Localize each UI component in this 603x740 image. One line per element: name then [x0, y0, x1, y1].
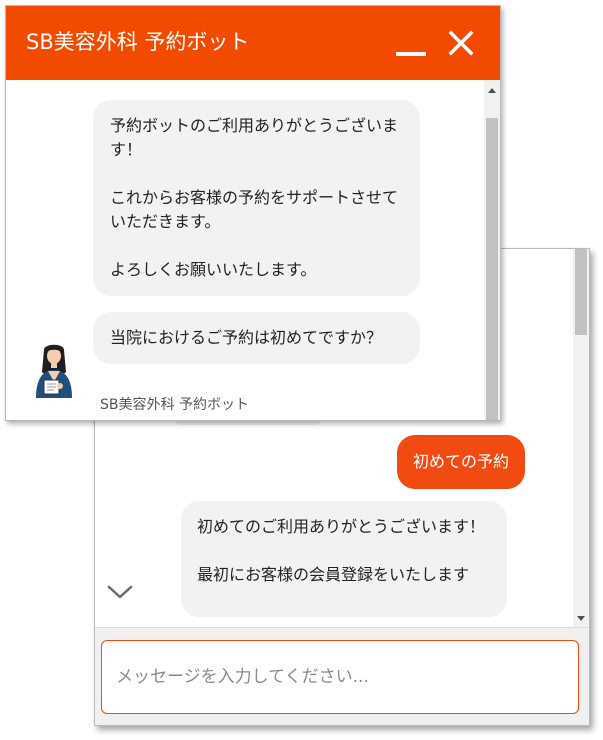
bot-message-bubble: 予約ボットのご利用ありがとうございます！ これからお客様の予約をサポートさせてい…: [93, 100, 420, 296]
bot-message-bubble: 当院におけるご予約は初めてですか？: [93, 312, 420, 364]
message-composer: [95, 627, 589, 725]
minimize-icon: [396, 52, 426, 56]
chat-scrollbar[interactable]: [484, 80, 500, 420]
bot-message-bubble: 初めてのご利用ありがとうございます！ 最初にお客様の会員登録をいたします: [181, 501, 507, 617]
chat-header: SB美容外科 予約ボット: [6, 6, 500, 80]
chat-window: SB美容外科 予約ボット 予約ボットのご利用ありがとうございます！ これからお客…: [5, 5, 501, 421]
scrollbar-thumb[interactable]: [486, 118, 498, 420]
bot-avatar-icon: [30, 342, 78, 400]
minimize-button[interactable]: [394, 28, 428, 62]
screenshot-stage: 初めての予約 初めてのご利用ありがとうございます！ 最初にお客様の会員登録をいた…: [0, 0, 603, 740]
close-icon: [448, 30, 474, 56]
sender-label: SB美容外科 予約ボット: [100, 397, 249, 413]
message-input[interactable]: [101, 640, 579, 714]
close-button[interactable]: [444, 26, 478, 60]
scroll-arrow-up-icon[interactable]: [488, 88, 496, 93]
chat-title: SB美容外科 予約ボット: [26, 30, 250, 54]
scroll-down-button[interactable]: [105, 581, 135, 603]
chat-message-area[interactable]: 予約ボットのご利用ありがとうございます！ これからお客様の予約をサポートさせてい…: [6, 80, 484, 420]
chat-scrollbar[interactable]: [573, 249, 589, 627]
scrollbar-thumb[interactable]: [575, 249, 587, 335]
scroll-arrow-down-icon[interactable]: [577, 616, 585, 621]
user-reply-bubble: 初めての予約: [396, 435, 525, 489]
chevron-down-icon: [107, 585, 133, 599]
